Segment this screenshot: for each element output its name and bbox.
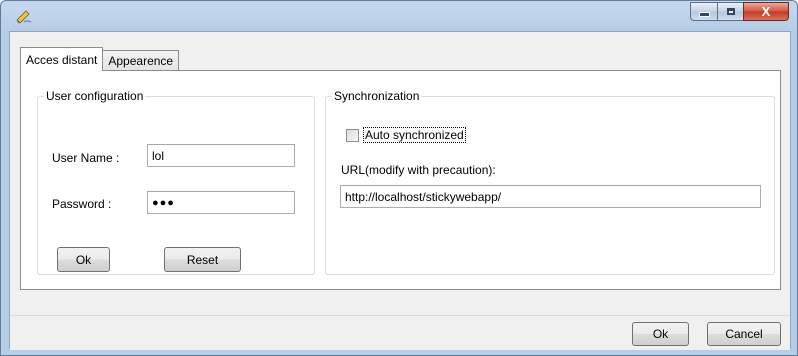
title-bar[interactable]: X [1, 1, 797, 31]
url-input[interactable]: http://localhost/stickywebapp/ [340, 185, 761, 208]
tab-panel-acces-distant: User configuration User Name : lol Passw… [20, 70, 781, 290]
maximize-button[interactable] [717, 2, 743, 21]
user-configuration-legend: User configuration [46, 89, 144, 103]
username-input[interactable]: lol [147, 144, 295, 167]
auto-sync-checkbox[interactable] [346, 128, 359, 142]
dialog-cancel-button[interactable]: Cancel [707, 322, 781, 346]
tab-appearence[interactable]: Appearence [102, 50, 180, 71]
minimize-button[interactable] [690, 2, 717, 21]
tab-strip: Acces distant Appearence [20, 47, 180, 71]
password-label: Password : [52, 197, 112, 211]
tab-acces-distant[interactable]: Acces distant [20, 47, 104, 71]
close-button[interactable]: X [743, 2, 789, 21]
synchronization-group: Synchronization Auto synchronized URL(mo… [325, 89, 775, 275]
window-controls: X [690, 2, 789, 21]
settings-window: X Acces distant Appearence User configur… [0, 0, 798, 356]
maximize-icon [726, 8, 735, 15]
url-value: http://localhost/stickywebapp/ [345, 189, 502, 204]
reset-button[interactable]: Reset [164, 247, 241, 272]
url-label: URL(modify with precaution): [341, 163, 496, 177]
dialog-client-area: Acces distant Appearence User configurat… [9, 31, 791, 350]
password-input[interactable]: ●●● [147, 191, 295, 214]
dialog-button-bar: Ok Cancel [10, 316, 790, 350]
user-ok-button[interactable]: Ok [57, 247, 110, 272]
password-masked-value: ●●● [152, 196, 175, 209]
dialog-ok-button[interactable]: Ok [632, 322, 689, 346]
minimize-icon [698, 12, 710, 17]
user-configuration-group: User configuration User Name : lol Passw… [37, 89, 315, 275]
username-value: lol [152, 148, 165, 163]
username-label: User Name : [52, 151, 120, 165]
close-icon: X [761, 4, 771, 19]
auto-sync-label[interactable]: Auto synchronized [363, 127, 466, 143]
synchronization-legend: Synchronization [334, 89, 420, 103]
pencil-app-icon [16, 10, 32, 24]
auto-sync-row[interactable]: Auto synchronized [346, 127, 466, 143]
